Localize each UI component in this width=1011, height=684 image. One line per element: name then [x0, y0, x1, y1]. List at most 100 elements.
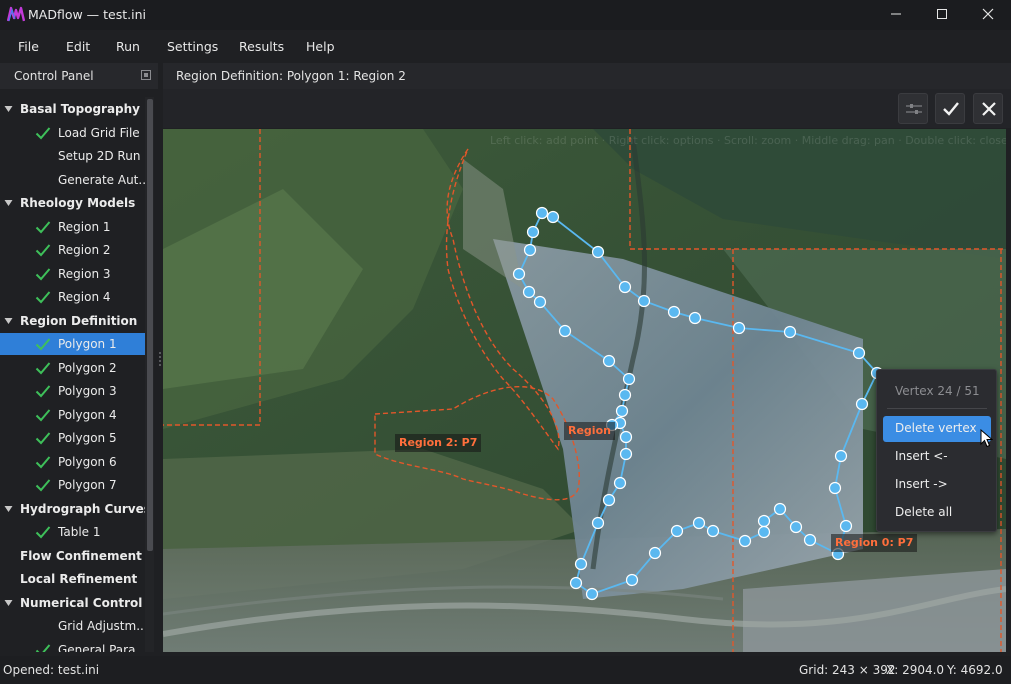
chevron-down-icon[interactable]	[4, 317, 13, 325]
tree-section[interactable]: Numerical Control	[0, 592, 145, 614]
maximize-button[interactable]	[919, 0, 965, 30]
polygon-vertex[interactable]	[615, 404, 629, 418]
tree-item[interactable]: Region 2	[0, 239, 145, 261]
polygon-vertex[interactable]	[602, 493, 616, 507]
menu-file[interactable]: File	[18, 39, 39, 54]
tree-item[interactable]: Setup 2D Run	[0, 145, 145, 167]
polygon-vertex[interactable]	[546, 210, 560, 224]
polygon-vertex[interactable]	[773, 502, 787, 516]
tree-item[interactable]: Region 4	[0, 286, 145, 308]
tree-item[interactable]: Polygon 4	[0, 404, 145, 426]
polygon-vertex[interactable]	[783, 325, 797, 339]
polygon-vertex[interactable]	[512, 267, 526, 281]
tree-item[interactable]: Generate Aut...	[0, 169, 145, 191]
polygon-vertex[interactable]	[574, 557, 588, 571]
menu-run[interactable]: Run	[116, 39, 140, 54]
tree-section[interactable]: Hydrograph Curves	[0, 498, 145, 520]
cancel-button[interactable]	[973, 93, 1003, 124]
polygon-vertex[interactable]	[618, 280, 632, 294]
tree-item[interactable]: Polygon 1	[0, 333, 145, 355]
menu-settings[interactable]: Settings	[167, 39, 218, 54]
polygon-vertex[interactable]	[619, 447, 633, 461]
tree-item[interactable]: Table 1	[0, 521, 145, 543]
polygon-vertex[interactable]	[591, 245, 605, 259]
check-icon	[35, 479, 51, 492]
close-icon	[982, 8, 994, 20]
chevron-down-icon[interactable]	[4, 505, 13, 513]
tree-section[interactable]: Local Refinement	[0, 568, 145, 590]
chevron-down-icon[interactable]	[4, 199, 13, 207]
adjust-button[interactable]	[898, 93, 928, 124]
polygon-vertex[interactable]	[618, 388, 632, 402]
tree-item[interactable]: Region 3	[0, 263, 145, 285]
polygon-vertex[interactable]	[522, 285, 536, 299]
polygon-vertex[interactable]	[526, 225, 540, 239]
context-menu-separator	[887, 408, 987, 409]
chevron-down-icon[interactable]	[4, 599, 13, 607]
polygon-vertex[interactable]	[569, 576, 583, 590]
menu-item-insert-after[interactable]: Insert ->	[883, 472, 991, 498]
menu-edit[interactable]: Edit	[66, 39, 90, 54]
tree-item[interactable]: Polygon 5	[0, 427, 145, 449]
check-icon	[943, 102, 959, 116]
menu-item-delete-all[interactable]: Delete all	[883, 500, 991, 526]
polygon-vertex[interactable]	[670, 524, 684, 538]
polygon-vertex[interactable]	[622, 372, 636, 386]
polygon-vertex[interactable]	[852, 346, 866, 360]
polygon-vertex[interactable]	[834, 449, 848, 463]
check-icon	[35, 127, 51, 140]
polygon-vertex[interactable]	[667, 305, 681, 319]
polygon-vertex[interactable]	[757, 525, 771, 539]
polygon-vertex[interactable]	[558, 324, 572, 338]
check-icon	[35, 244, 51, 257]
polygon-vertex[interactable]	[738, 534, 752, 548]
polygon-vertex[interactable]	[585, 587, 599, 601]
polygon-vertex[interactable]	[803, 533, 817, 547]
menu-results[interactable]: Results	[239, 39, 284, 54]
minimize-button[interactable]	[873, 0, 919, 30]
polygon-vertex[interactable]	[619, 430, 633, 444]
panel-splitter[interactable]	[158, 63, 162, 652]
polygon-vertex[interactable]	[591, 516, 605, 530]
tree-item[interactable]: Polygon 2	[0, 357, 145, 379]
tree-item[interactable]: Load Grid File	[0, 122, 145, 144]
polygon-vertex[interactable]	[732, 321, 746, 335]
menu-help[interactable]: Help	[306, 39, 335, 54]
polygon-vertex[interactable]	[839, 519, 853, 533]
tree-item[interactable]: Polygon 3	[0, 380, 145, 402]
chevron-down-icon[interactable]	[4, 105, 13, 113]
undock-icon[interactable]	[141, 70, 151, 80]
polygon-vertex[interactable]	[523, 243, 537, 257]
tree-item[interactable]: Polygon 7	[0, 474, 145, 496]
tree-item[interactable]: Grid Adjustm...	[0, 615, 145, 637]
polygon-vertex[interactable]	[789, 520, 803, 534]
vertex-context-menu: Vertex 24 / 51 Delete vertex Insert <- I…	[876, 369, 997, 532]
polygon-vertex[interactable]	[625, 573, 639, 587]
tree-section[interactable]: Region Definition	[0, 310, 145, 332]
menu-item-delete-vertex[interactable]: Delete vertex	[883, 416, 991, 442]
tree-section[interactable]: Flow Confinement	[0, 545, 145, 567]
confirm-button[interactable]	[935, 93, 965, 124]
polygon-vertex[interactable]	[692, 516, 706, 530]
window-close-button[interactable]	[965, 0, 1011, 30]
mouse-cursor-icon	[980, 429, 993, 448]
polygon-vertex[interactable]	[828, 481, 842, 495]
polygon-vertex[interactable]	[688, 311, 702, 325]
polygon-vertex[interactable]	[706, 524, 720, 538]
menu-item-insert-before[interactable]: Insert <-	[883, 444, 991, 470]
polygon-vertex[interactable]	[602, 354, 616, 368]
tree-item[interactable]: Region 1	[0, 216, 145, 238]
polygon-vertex[interactable]	[533, 295, 547, 309]
tree-section[interactable]: Rheology Models	[0, 192, 145, 214]
polygon-vertex[interactable]	[648, 546, 662, 560]
polygon-vertex[interactable]	[535, 206, 549, 220]
tree-scrollbar-thumb[interactable]	[147, 99, 153, 551]
polygon-vertex[interactable]	[637, 294, 651, 308]
polygon-vertex[interactable]	[613, 476, 627, 490]
tree-item[interactable]: Polygon 6	[0, 451, 145, 473]
polygon-vertex[interactable]	[855, 397, 869, 411]
polygon-vertex[interactable]	[757, 514, 771, 528]
check-icon	[35, 409, 51, 422]
tree-section[interactable]: Basal Topography	[0, 98, 145, 120]
tree-item[interactable]: General Para...	[0, 639, 145, 652]
